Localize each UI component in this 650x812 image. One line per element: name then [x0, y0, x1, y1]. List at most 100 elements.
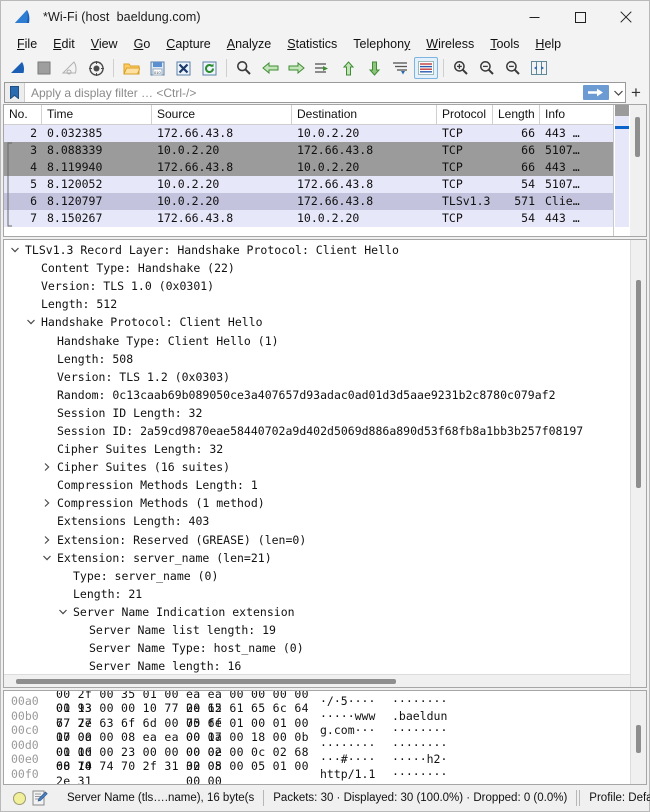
packet-cell-info: 443 … — [540, 210, 613, 227]
menu-view[interactable]: View — [83, 35, 126, 53]
packet-detail-row[interactable]: Server Name Type: host_name (0) — [4, 639, 630, 657]
packet-list-scrollbar[interactable] — [630, 105, 646, 236]
packet-detail-row[interactable]: Session ID: 2a59cd9870eae58440702a9d402d… — [4, 422, 630, 440]
packet-list-row[interactable]: 68.12079710.0.2.20172.66.43.8TLSv1.3571C… — [4, 193, 613, 210]
packet-detail-row[interactable]: Compression Methods (1 method) — [4, 494, 630, 512]
display-filter-input[interactable] — [25, 84, 583, 101]
resize-columns-icon[interactable] — [527, 57, 551, 79]
find-packet-icon[interactable] — [232, 57, 256, 79]
filter-history-chevron-down-icon[interactable] — [611, 83, 625, 102]
menu-go[interactable]: Go — [126, 35, 159, 53]
menu-telephony[interactable]: Telephony — [345, 35, 418, 53]
packet-cell-length: 66 — [493, 142, 540, 159]
hex-offset: 00f0 — [4, 767, 56, 782]
chevron-right-icon[interactable] — [41, 499, 52, 507]
start-capture-icon[interactable] — [6, 57, 30, 79]
packet-detail-row[interactable]: Extensions Length: 403 — [4, 512, 630, 530]
packet-detail-row[interactable]: Length: 21 — [4, 585, 630, 603]
column-header-no[interactable]: No. — [4, 105, 42, 125]
hex-ascii-left: ·/·5···· — [320, 694, 392, 709]
open-file-icon[interactable] — [119, 57, 143, 79]
status-profile[interactable]: Profile: Default — [580, 789, 650, 807]
go-to-first-packet-icon[interactable] — [336, 57, 360, 79]
packet-detail-row[interactable]: Random: 0c13caab69b089050ce3a407657d93ad… — [4, 386, 630, 404]
zoom-out-icon[interactable] — [475, 57, 499, 79]
chevron-down-icon[interactable] — [57, 609, 68, 615]
packet-details-hscrollbar[interactable] — [4, 674, 630, 687]
chevron-right-icon[interactable] — [41, 463, 52, 471]
colorize-packets-icon[interactable] — [414, 57, 438, 79]
packet-detail-row[interactable]: Cipher Suites Length: 32 — [4, 440, 630, 458]
normal-size-icon[interactable] — [501, 57, 525, 79]
packet-detail-row[interactable]: TLSv1.3 Record Layer: Handshake Protocol… — [4, 241, 630, 259]
maximize-button[interactable] — [557, 1, 603, 33]
column-header-length[interactable]: Length — [493, 105, 540, 125]
menu-capture[interactable]: Capture — [158, 35, 218, 53]
chevron-down-icon[interactable] — [9, 247, 20, 253]
packet-detail-row[interactable]: Version: TLS 1.2 (0x0303) — [4, 368, 630, 386]
packet-details-scrollbar[interactable] — [630, 240, 646, 687]
display-filter-container[interactable] — [4, 82, 626, 103]
capture-comment-icon[interactable] — [32, 790, 48, 806]
packet-list-row[interactable]: 38.08833910.0.2.20172.66.43.8TCP665107… — [4, 142, 613, 159]
packet-detail-row[interactable]: Extension: Reserved (GREASE) (len=0) — [4, 531, 630, 549]
packet-list-row[interactable]: 58.12005210.0.2.20172.66.43.8TCP545107… — [4, 176, 613, 193]
packet-detail-row[interactable]: Length: 508 — [4, 350, 630, 368]
packet-cell-length: 571 — [493, 193, 540, 210]
packet-detail-row[interactable]: Cipher Suites (16 suites) — [4, 458, 630, 476]
expert-info-circle-icon[interactable] — [13, 792, 26, 805]
column-header-source[interactable]: Source — [152, 105, 292, 125]
packet-detail-row[interactable]: Content Type: Handshake (22) — [4, 259, 630, 277]
save-file-icon[interactable]: 010 — [145, 57, 169, 79]
close-file-icon[interactable] — [171, 57, 195, 79]
packet-list-row[interactable]: 78.150267172.66.43.810.0.2.20TCP54443 … — [4, 210, 613, 227]
column-header-protocol[interactable]: Protocol — [437, 105, 493, 125]
auto-scroll-icon[interactable] — [388, 57, 412, 79]
packet-detail-row[interactable]: Server Name length: 16 — [4, 657, 630, 675]
hex-ascii-left: http/1.1 — [320, 767, 392, 782]
restart-capture-icon[interactable] — [58, 57, 82, 79]
packet-detail-row[interactable]: Handshake Protocol: Client Hello — [4, 313, 630, 331]
menu-file[interactable]: File — [9, 35, 45, 53]
go-back-icon[interactable] — [258, 57, 282, 79]
packet-detail-row[interactable]: Session ID Length: 32 — [4, 404, 630, 422]
menu-statistics[interactable]: Statistics — [279, 35, 345, 53]
go-to-last-packet-icon[interactable] — [362, 57, 386, 79]
status-bar: Server Name (tls….name), 16 byte(s Packe… — [1, 785, 649, 811]
wireshark-app-icon — [13, 9, 35, 25]
go-to-packet-icon[interactable] — [310, 57, 334, 79]
packet-list-row[interactable]: 48.119940172.66.43.810.0.2.20TCP66443 … — [4, 159, 613, 176]
column-header-destination[interactable]: Destination — [292, 105, 437, 125]
go-forward-icon[interactable] — [284, 57, 308, 79]
add-filter-button-plus-icon[interactable]: + — [626, 82, 646, 103]
reload-file-icon[interactable] — [197, 57, 221, 79]
packet-detail-row[interactable]: Type: server_name (0) — [4, 567, 630, 585]
packet-list-row[interactable]: 20.032385172.66.43.810.0.2.20TCP66443 … — [4, 125, 613, 142]
menu-tools[interactable]: Tools — [482, 35, 527, 53]
apply-filter-arrow-right-icon[interactable] — [583, 85, 609, 100]
menu-wireless[interactable]: Wireless — [418, 35, 482, 53]
column-header-time[interactable]: Time — [42, 105, 152, 125]
packet-detail-row[interactable]: Version: TLS 1.0 (0x0301) — [4, 277, 630, 295]
bookmark-icon[interactable] — [5, 83, 25, 102]
menu-help[interactable]: Help — [527, 35, 569, 53]
close-button[interactable] — [603, 1, 649, 33]
zoom-in-icon[interactable] — [449, 57, 473, 79]
packet-detail-row[interactable]: Length: 512 — [4, 295, 630, 313]
stop-capture-icon[interactable] — [32, 57, 56, 79]
packet-detail-row[interactable]: Server Name Indication extension — [4, 603, 630, 621]
minimize-button[interactable] — [511, 1, 557, 33]
capture-options-icon[interactable] — [84, 57, 108, 79]
packet-detail-row[interactable]: Compression Methods Length: 1 — [4, 476, 630, 494]
menu-edit[interactable]: Edit — [45, 35, 83, 53]
chevron-down-icon[interactable] — [25, 319, 36, 325]
packet-detail-row[interactable]: Handshake Type: Client Hello (1) — [4, 331, 630, 349]
menu-analyze[interactable]: Analyze — [219, 35, 279, 53]
hex-dump-row[interactable]: 00f068 74 74 70 2f 31 2e 3100 05 00 05 0… — [4, 767, 630, 782]
packet-detail-row[interactable]: Server Name list length: 19 — [4, 621, 630, 639]
packet-bytes-scrollbar[interactable] — [630, 691, 646, 784]
chevron-down-icon[interactable] — [41, 555, 52, 561]
column-header-info[interactable]: Info — [540, 105, 613, 125]
packet-detail-row[interactable]: Extension: server_name (len=21) — [4, 549, 630, 567]
chevron-right-icon[interactable] — [41, 536, 52, 544]
